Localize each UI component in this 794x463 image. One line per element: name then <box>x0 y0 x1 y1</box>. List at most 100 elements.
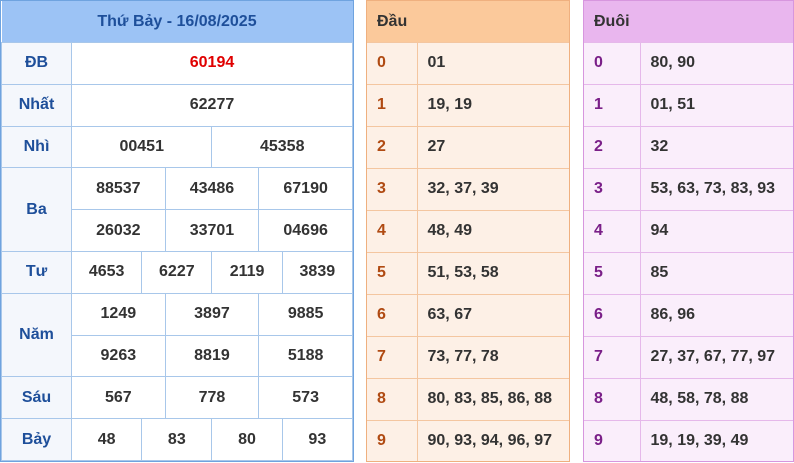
head-digit-table: Đầu 0 01 1 19, 19 2 27 3 32, 37, 39 4 48, 49 … <box>366 0 570 462</box>
prize-row-nam-1: Năm 1249 3897 9885 <box>1 292 353 378</box>
results-grid: Thứ Bảy - 16/08/2025 ĐB 60194 Nhất 62277… <box>1 1 354 461</box>
prize-number: 573 <box>258 376 353 420</box>
tail-values: 80, 90 <box>640 42 793 85</box>
prize-number: 6227 <box>141 250 213 294</box>
tail-values: 53, 63, 73, 83, 93 <box>640 167 793 211</box>
head-header-row: Đầu <box>367 1 569 43</box>
prize-number: 567 <box>71 376 166 420</box>
head-values: 73, 77, 78 <box>417 335 569 379</box>
prize-label-tu: Tư <box>1 250 72 294</box>
prize-number: 26032 <box>71 209 166 252</box>
prize-number: 4653 <box>70 250 143 294</box>
prize-number: 88537 <box>71 167 166 211</box>
prize-number: 04696 <box>258 209 353 252</box>
head-row: 5 51, 53, 58 <box>367 251 569 295</box>
tail-values: 48, 58, 78, 88 <box>640 377 793 421</box>
prize-number: 8819 <box>164 334 260 378</box>
head-values: 90, 93, 94, 96, 97 <box>417 419 569 461</box>
prize-label-nhat: Nhất <box>1 83 72 127</box>
head-row: 2 27 <box>367 125 569 169</box>
prize-row-tu: Tư 4653 6227 2119 3839 <box>1 250 354 294</box>
prize-number: 778 <box>164 376 260 420</box>
tail-row: 6 86, 96 <box>584 293 793 337</box>
head-row: 0 01 <box>367 42 569 85</box>
prize-label-bay: Bảy <box>1 418 72 461</box>
prize-label-ba: Ba <box>1 167 72 252</box>
prize-number: 33701 <box>164 209 260 252</box>
tail-row: 4 94 <box>584 209 793 253</box>
head-table-title: Đầu <box>367 1 569 43</box>
tail-row: 9 19, 19, 39, 49 <box>584 419 793 461</box>
prize-row-sau: Sáu 567 778 573 <box>1 376 353 420</box>
head-row: 1 19, 19 <box>367 83 569 127</box>
head-values: 32, 37, 39 <box>417 167 569 211</box>
tail-row: 0 80, 90 <box>584 42 793 85</box>
tail-table-title: Đuôi <box>584 1 793 43</box>
prize-number: 1249 <box>71 292 166 336</box>
head-digit: 8 <box>367 377 418 421</box>
prize-number: 9885 <box>258 292 353 336</box>
tail-row: 1 01, 51 <box>584 83 793 127</box>
prize-number: 93 <box>281 418 354 461</box>
results-date-title: Thứ Bảy - 16/08/2025 <box>1 1 353 43</box>
tail-values: 27, 37, 67, 77, 97 <box>640 335 793 379</box>
tail-values: 86, 96 <box>640 293 793 337</box>
head-row: 4 48, 49 <box>367 209 569 253</box>
head-digit: 2 <box>367 125 418 169</box>
tail-row: 3 53, 63, 73, 83, 93 <box>584 167 793 211</box>
tail-values: 19, 19, 39, 49 <box>640 419 793 461</box>
prize-row-ba-1: Ba 88537 43486 67190 <box>1 167 353 252</box>
head-values: 01 <box>417 42 569 85</box>
head-values: 19, 19 <box>417 83 569 127</box>
prize-label-nhi: Nhì <box>1 125 72 169</box>
prize-number: 9263 <box>71 334 166 378</box>
prize-label-sau: Sáu <box>1 376 72 420</box>
head-values: 27 <box>417 125 569 169</box>
tail-values: 85 <box>640 251 793 295</box>
tail-digit: 4 <box>584 209 641 253</box>
head-digit: 0 <box>367 42 418 85</box>
tail-row: 2 32 <box>584 125 793 169</box>
head-grid: Đầu 0 01 1 19, 19 2 27 3 32, 37, 39 4 48, 49 … <box>367 1 569 461</box>
head-values: 80, 83, 85, 86, 88 <box>417 377 569 421</box>
head-digit: 9 <box>367 419 418 461</box>
tail-digit: 9 <box>584 419 641 461</box>
tail-digit: 2 <box>584 125 641 169</box>
results-header-row: Thứ Bảy - 16/08/2025 <box>1 1 353 43</box>
head-digit: 6 <box>367 293 418 337</box>
prize-label-db: ĐB <box>1 42 72 85</box>
tail-row: 5 85 <box>584 251 793 295</box>
prize-number: 43486 <box>164 167 260 211</box>
head-values: 51, 53, 58 <box>417 251 569 295</box>
head-digit: 5 <box>367 251 418 295</box>
prize-number: 62277 <box>71 83 353 127</box>
prize-number: 3839 <box>281 250 354 294</box>
tail-row: 7 27, 37, 67, 77, 97 <box>584 335 793 379</box>
prize-row-nhi: Nhì 00451 45358 <box>1 125 353 169</box>
head-digit: 1 <box>367 83 418 127</box>
tail-digit: 6 <box>584 293 641 337</box>
head-row: 6 63, 67 <box>367 293 569 337</box>
prize-number: 3897 <box>164 292 260 336</box>
tail-digit: 8 <box>584 377 641 421</box>
head-row: 9 90, 93, 94, 96, 97 <box>367 419 569 461</box>
prize-row-bay: Bảy 48 83 80 93 <box>1 418 354 461</box>
prize-number: 2119 <box>211 250 283 294</box>
tail-digit: 7 <box>584 335 641 379</box>
tail-grid: Đuôi 0 80, 90 1 01, 51 2 32 3 53, 63, 73, 83… <box>584 1 793 461</box>
prize-number: 48 <box>70 418 143 461</box>
tail-values: 32 <box>640 125 793 169</box>
prize-row-nhat: Nhất 62277 <box>1 83 353 127</box>
special-prize-number: 60194 <box>71 42 353 85</box>
tail-header-row: Đuôi <box>584 1 793 43</box>
tail-values: 01, 51 <box>640 83 793 127</box>
head-digit: 3 <box>367 167 418 211</box>
prize-number: 45358 <box>211 125 353 169</box>
tail-digit: 3 <box>584 167 641 211</box>
tail-row: 8 48, 58, 78, 88 <box>584 377 793 421</box>
results-table: Thứ Bảy - 16/08/2025 ĐB 60194 Nhất 62277… <box>0 0 354 462</box>
tail-digit: 0 <box>584 42 641 85</box>
tail-values: 94 <box>640 209 793 253</box>
tail-digit: 1 <box>584 83 641 127</box>
head-digit: 4 <box>367 209 418 253</box>
